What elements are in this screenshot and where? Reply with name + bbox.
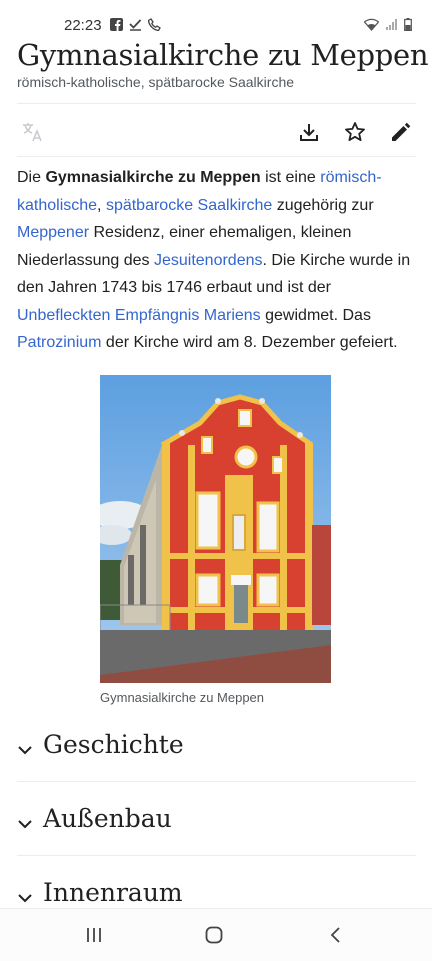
link-meppener[interactable]: Meppener (17, 224, 89, 241)
page-actions-toolbar (0, 112, 432, 152)
lead-text: der Kirche wird am 8. Dezember gefeiert. (101, 334, 398, 351)
chevron-down-icon (18, 894, 32, 903)
section-geschichte[interactable]: Geschichte (0, 722, 432, 778)
star-icon (345, 122, 365, 141)
link-jesuitenorden[interactable]: Jesuitenordens (154, 252, 263, 269)
church-image[interactable] (100, 375, 331, 683)
section-aussenbau[interactable]: Außenbau (0, 796, 432, 852)
translate-icon (23, 123, 42, 142)
recent-apps-icon (87, 928, 101, 942)
translate-button[interactable] (18, 118, 46, 146)
section-title: Innenraum (43, 878, 183, 907)
section-title: Geschichte (43, 730, 184, 759)
watchlist-button[interactable] (341, 118, 369, 146)
chevron-down-icon (18, 746, 32, 755)
lead-paragraph: Die Gymnasialkirche zu Meppen ist eine r… (17, 164, 417, 357)
recent-apps-button[interactable] (82, 923, 106, 947)
lead-text: , (97, 196, 106, 214)
page-subtitle: römisch-katholische, spätbarocke Saalkir… (17, 74, 295, 90)
download-icon (300, 124, 318, 141)
chevron-down-icon (18, 820, 32, 829)
check-icon (129, 19, 142, 31)
toolbar-divider (17, 156, 416, 157)
download-button[interactable] (295, 118, 323, 146)
edit-icon (392, 122, 411, 141)
lead-text: zugehörig zur (272, 196, 374, 214)
section-divider (17, 855, 416, 856)
section-title: Außenbau (43, 804, 172, 833)
lead-text: gewidmet. Das (260, 306, 371, 324)
back-icon (330, 927, 340, 943)
status-bar: 22:23 (0, 0, 432, 40)
phone-icon (148, 18, 161, 31)
home-icon (205, 926, 223, 944)
signal-icon (386, 19, 397, 30)
church-photo (100, 375, 331, 683)
back-button[interactable] (324, 923, 348, 947)
battery-icon (404, 18, 412, 31)
section-divider (17, 781, 416, 782)
wifi-icon (364, 18, 379, 31)
lead-text: ist eine (260, 169, 321, 186)
page-title: Gymnasialkirche zu Meppen (17, 38, 429, 72)
link-saalkirche[interactable]: spätbarocke Saalkirche (106, 197, 272, 214)
lead-text: Die (17, 169, 46, 186)
edit-button[interactable] (387, 118, 415, 146)
status-time: 22:23 (64, 17, 102, 34)
lead-bold-title: Gymnasialkirche zu Meppen (45, 169, 261, 186)
home-button[interactable] (202, 923, 226, 947)
figure-caption: Gymnasialkirche zu Meppen (100, 690, 265, 705)
facebook-icon (110, 18, 123, 31)
system-nav-bar (0, 908, 432, 961)
link-patrozinium[interactable]: Patrozinium (17, 334, 101, 351)
header-divider (17, 103, 416, 104)
link-unbefleckte-empfaengnis[interactable]: Unbefleckten Empfängnis Mariens (17, 307, 261, 324)
